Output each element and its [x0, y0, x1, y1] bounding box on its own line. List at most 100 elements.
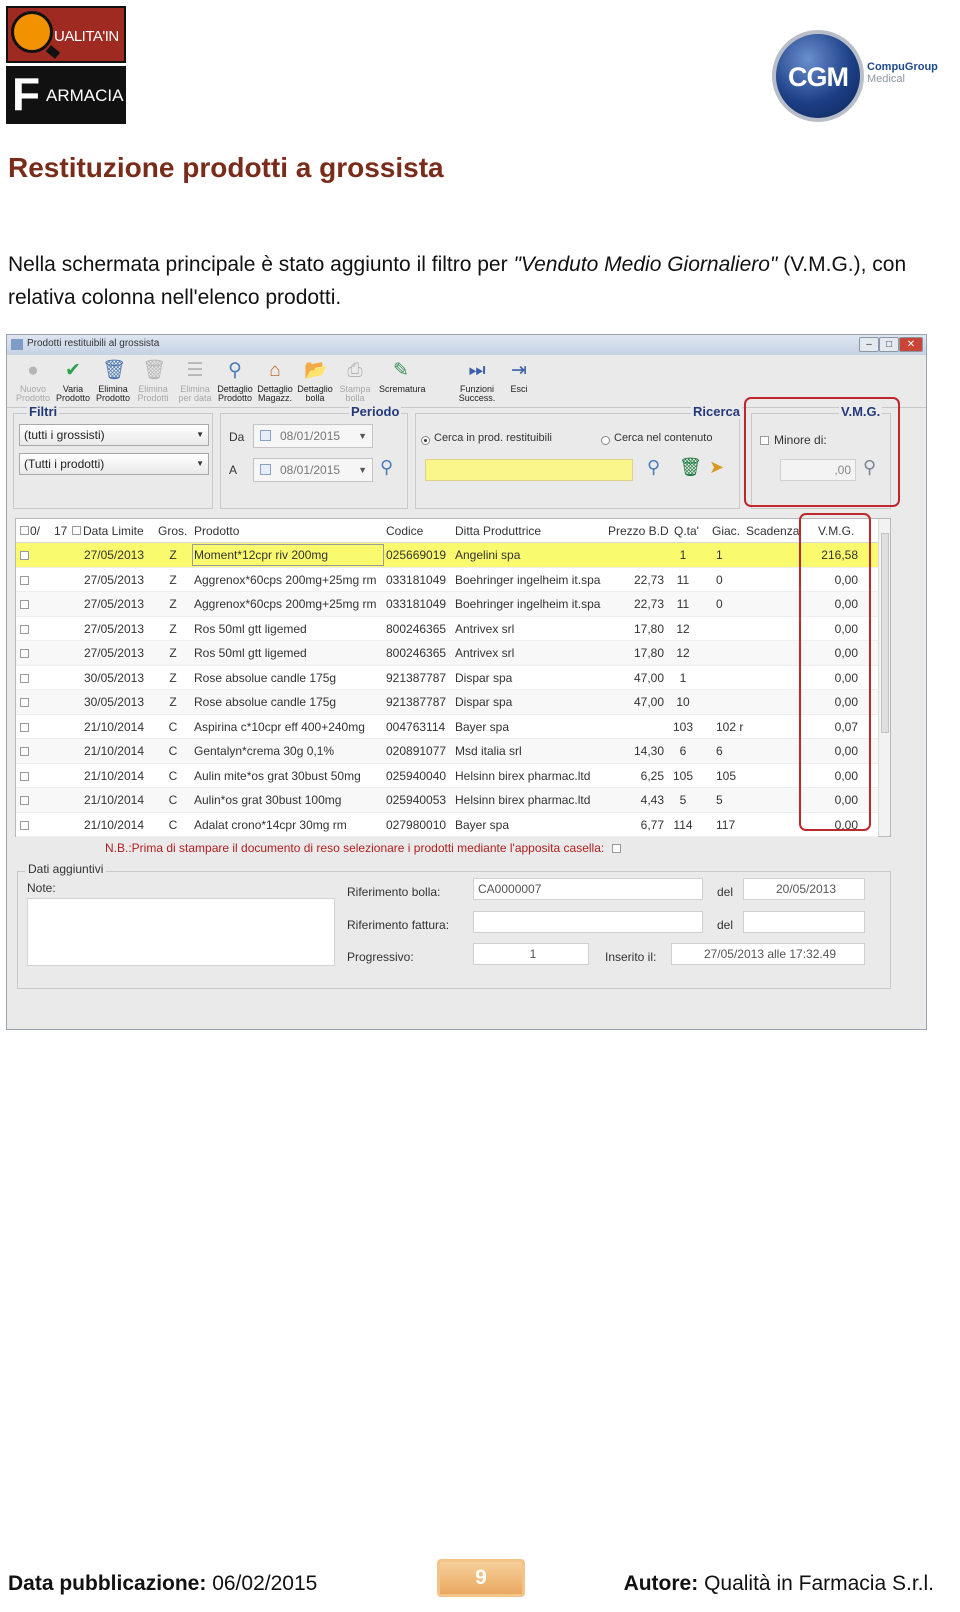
toolbar-button-7[interactable]: 📂 Dettaglio bolla	[295, 360, 335, 403]
table-row[interactable]: 27/05/2013 Z Ros 50ml gtt ligemed 800246365…	[16, 641, 878, 666]
sort-up-icon[interactable]	[72, 526, 81, 535]
cell-gros: C	[168, 768, 178, 783]
grossisti-select[interactable]: (tutti i grossisti) ▼	[19, 424, 209, 446]
row-checkbox[interactable]	[20, 698, 29, 707]
table-row[interactable]: 27/05/2013 Z Moment*12cpr riv 200mg 0256690…	[16, 543, 878, 568]
table-row[interactable]: 21/10/2014 C Gentalyn*crema 30g 0,1% 020891…	[16, 739, 878, 764]
table-row[interactable]: 21/10/2014 C Aulin mite*os grat 30bust 50m…	[16, 764, 878, 788]
q-circle-icon	[11, 11, 53, 53]
search-input[interactable]	[425, 459, 633, 481]
cell-data: 27/05/2013	[83, 621, 144, 636]
header-gros[interactable]: Gros.	[158, 524, 187, 538]
header-qta[interactable]: Q.ta'	[674, 524, 699, 538]
toolbar-button-8[interactable]: ⎙ Stampa bolla	[335, 360, 375, 403]
date-from-value: 08/01/2015	[280, 429, 341, 443]
cell-qta: 6	[679, 744, 687, 758]
row-checkbox[interactable]	[20, 649, 29, 658]
row-checkbox[interactable]	[20, 575, 29, 585]
table-row[interactable]: 27/05/2013 Z Ros 50ml gtt ligemed 800246365…	[16, 617, 878, 641]
cell-prezzo: 6,77	[640, 817, 664, 832]
toolbar-button-1[interactable]: ✔ Varia Prodotto	[53, 360, 93, 403]
cell-gros: C	[168, 817, 178, 832]
date-from-field[interactable]: 08/01/2015 ▼	[253, 424, 373, 448]
table-row[interactable]: 30/05/2013 Z Rose absolue candle 175g 92138…	[16, 690, 878, 715]
prodotti-select[interactable]: (Tutti i prodotti) ▼	[19, 453, 209, 475]
header-ditta[interactable]: Ditta Produttrice	[455, 524, 541, 538]
inserito-input[interactable]: 27/05/2013 alle 17:32.49	[671, 943, 865, 965]
row-checkbox[interactable]	[20, 673, 29, 683]
toolbar-button-2[interactable]: 🗑 Elimina Prodotto	[93, 360, 133, 403]
scrollbar-thumb[interactable]	[881, 533, 889, 733]
row-checkbox[interactable]	[20, 722, 29, 732]
toolbar-button-11[interactable]: ⇥ Esci	[499, 360, 539, 394]
cell-codice: 004763114	[386, 719, 446, 734]
cell-ditta: Antrivex srl	[455, 646, 515, 660]
table-row[interactable]: 21/10/2014 C Adalat crono*14cpr 30mg rm 027…	[16, 813, 878, 837]
chevron-down-icon: ▼	[358, 465, 367, 475]
table-row[interactable]: 27/05/2013 Z Aggrenox*60cps 200mg+25mg rm 0…	[16, 592, 878, 617]
header-giac[interactable]: Giac.	[712, 524, 740, 538]
cell-prodotto: Adalat crono*14cpr 30mg rm	[194, 817, 347, 832]
row-checkbox[interactable]	[20, 600, 29, 609]
header-data-limite[interactable]: Data Limite	[83, 524, 144, 538]
table-row[interactable]: 21/10/2014 C Aspirina c*10cpr eff 400+240m…	[16, 715, 878, 739]
maximize-button[interactable]: □	[879, 337, 899, 352]
trash-icon[interactable]: 🗑	[679, 457, 702, 478]
toolbar-button-3[interactable]: 🗑 Elimina Prodotti	[133, 360, 173, 403]
row-checkbox[interactable]	[20, 747, 29, 756]
cell-gros: Z	[169, 572, 177, 587]
select-all-checkbox[interactable]	[20, 526, 29, 535]
del-bolla-input[interactable]: 20/05/2013	[743, 878, 865, 900]
radio-prod-restituibili[interactable]	[421, 436, 430, 445]
table-row[interactable]: 21/10/2014 C Aulin*os grat 30bust 100mg 025…	[16, 788, 878, 813]
nb-checkbox[interactable]	[611, 844, 621, 853]
cell-prezzo: 4,43	[640, 793, 664, 807]
cell-gros: Z	[169, 548, 177, 562]
header-codice[interactable]: Codice	[386, 524, 423, 538]
row-checkbox[interactable]	[20, 771, 29, 781]
toolbar-button-5[interactable]: ⚲ Dettaglio Prodotto	[215, 360, 255, 403]
toolbar-button-9[interactable]: ✎ Scrematura	[379, 360, 426, 394]
search-icon[interactable]: ⚲	[647, 457, 660, 478]
close-button[interactable]: ✕	[899, 337, 923, 352]
header-prodotto[interactable]: Prodotto	[194, 524, 239, 538]
del-fattura-input[interactable]	[743, 911, 865, 933]
radio-contenuto[interactable]	[601, 436, 610, 445]
search-icon[interactable]: ⚲	[380, 457, 393, 478]
note-textarea[interactable]	[27, 898, 335, 966]
toolbar-button-label: bolla	[305, 393, 325, 403]
row-checkbox[interactable]	[20, 820, 29, 830]
cell-ditta: Angelini spa	[455, 548, 521, 562]
toolbar-button-4[interactable]: ☰ Elimina per data	[175, 360, 215, 403]
minimize-button[interactable]: –	[859, 337, 879, 352]
rif-fattura-input[interactable]	[473, 911, 703, 933]
cell-prezzo: 47,00	[633, 670, 664, 685]
header-prezzo[interactable]: Prezzo B.D	[608, 524, 669, 538]
forward-icon[interactable]: ➤	[709, 457, 724, 478]
header-scadenza[interactable]: Scadenza	[746, 524, 799, 538]
table-scrollbar[interactable]	[878, 519, 890, 836]
print-icon: ⎙	[347, 360, 363, 381]
date-to-field[interactable]: 08/01/2015 ▼	[253, 458, 373, 482]
footer-author: Autore: Qualità in Farmacia S.r.l.	[624, 1572, 934, 1596]
cell-gros: C	[168, 744, 178, 758]
row-checkbox[interactable]	[20, 796, 29, 805]
cell-codice: 025940053	[386, 793, 447, 807]
del-bolla-label: del	[717, 885, 734, 899]
cell-data: 27/05/2013	[83, 646, 144, 660]
nb-text: N.B.:Prima di stampare il documento di r…	[105, 841, 605, 855]
table-row[interactable]: 30/05/2013 Z Rose absolue candle 175g 92138…	[16, 666, 878, 690]
toolbar-button-10[interactable]: ⏭ Funzioni Success.	[457, 360, 497, 403]
toolbar-button-label: Success.	[458, 393, 496, 403]
row-checkbox[interactable]	[20, 624, 29, 634]
pen-icon: ✎	[393, 360, 409, 381]
rif-bolla-input[interactable]: CA0000007	[473, 878, 703, 900]
circle-icon: ●	[27, 360, 39, 381]
table-row[interactable]: 27/05/2013 Z Aggrenox*60cps 200mg+25mg rm 0…	[16, 568, 878, 592]
row-checkbox[interactable]	[20, 551, 29, 560]
cell-ditta: Bayer spa	[455, 719, 510, 734]
toolbar-button-0[interactable]: ● Nuovo Prodotto	[13, 360, 53, 403]
toolbar-button-6[interactable]: ⌂ Dettaglio Magazz.	[255, 360, 295, 403]
vmg-highlight-frame	[744, 397, 900, 507]
progressivo-input[interactable]: 1	[473, 943, 589, 965]
